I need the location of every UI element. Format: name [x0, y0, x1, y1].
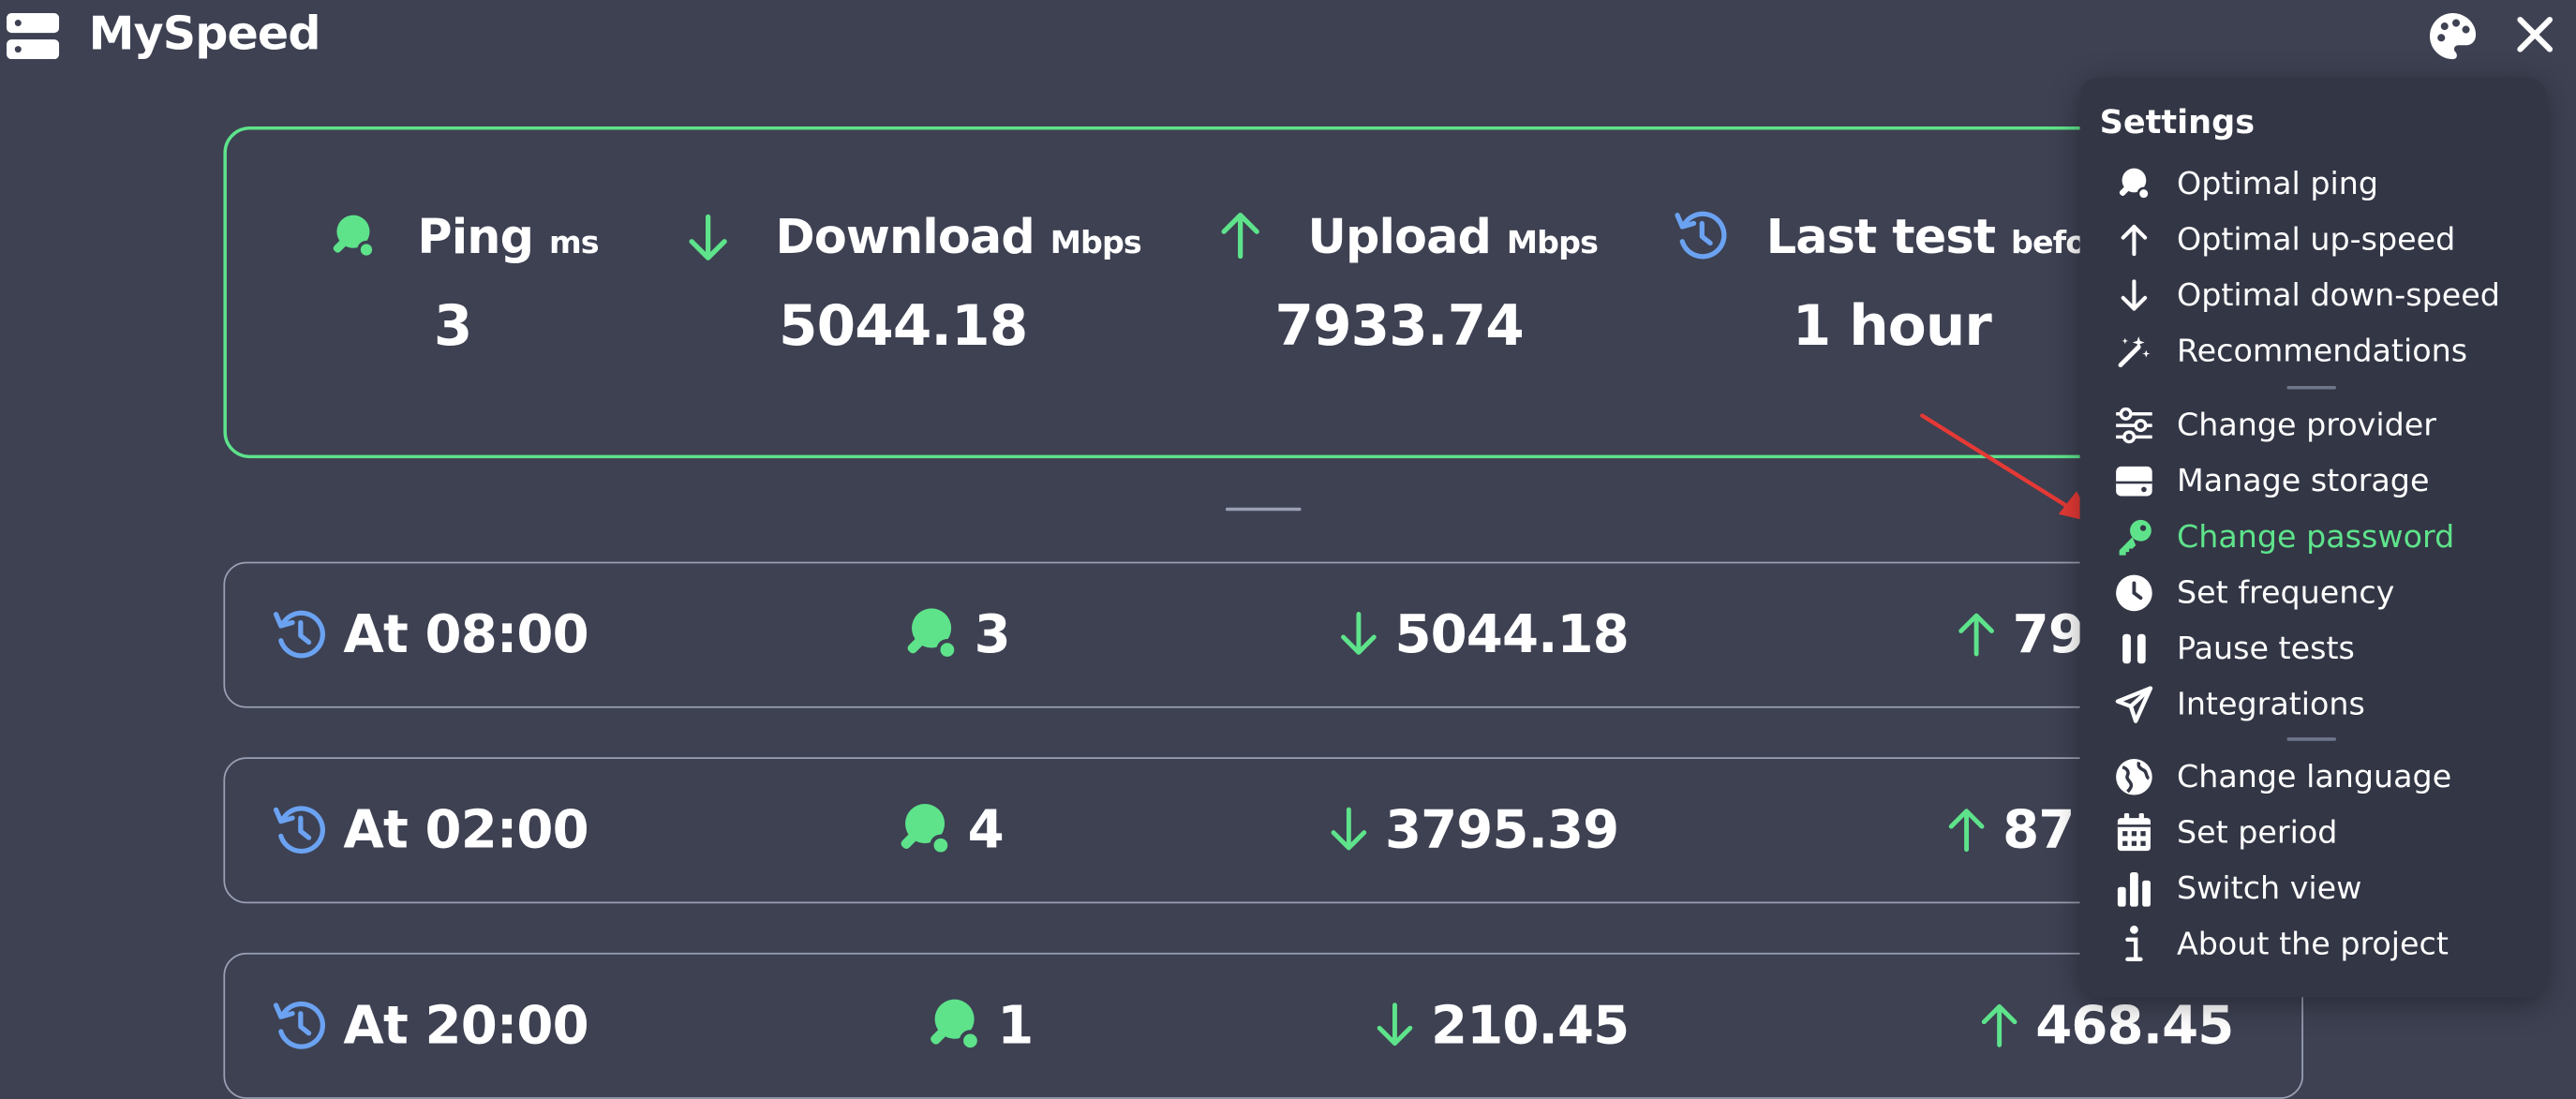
test-download: 3795.39 [1384, 798, 1619, 861]
section-divider [1225, 507, 1302, 512]
upload-unit: Mbps [1506, 225, 1599, 261]
menu-item-label: Change password [2176, 519, 2455, 556]
hard-drive-icon [2113, 460, 2156, 503]
arrow-down-icon [2113, 275, 2156, 318]
test-upload: 79 [2012, 602, 2085, 666]
ping-pong-icon [901, 804, 952, 856]
history-icon [273, 610, 325, 659]
menu-item-label: Manage storage [2176, 463, 2430, 499]
menu-item-label: Pause tests [2176, 631, 2355, 667]
menu-item-optimal-up-speed[interactable]: Optimal up-speed [2113, 215, 2456, 265]
menu-item-label: Switch view [2176, 870, 2362, 907]
menu-item-manage-storage[interactable]: Manage storage [2113, 456, 2430, 506]
menu-item-recommendations[interactable]: Recommendations [2113, 327, 2467, 377]
info-icon [2113, 923, 2156, 966]
menu-item-label: Change language [2176, 758, 2452, 795]
menu-item-label: Optimal down-speed [2176, 277, 2500, 314]
upload-value: 7933.74 [1274, 293, 1524, 360]
last-test-value: 1 hour [1792, 293, 1992, 360]
pause-icon [2113, 628, 2156, 671]
ping-pong-icon [907, 608, 959, 661]
menu-item-label: Set period [2176, 814, 2338, 852]
send-icon [2113, 683, 2156, 726]
arrow-up-icon [1981, 1003, 2018, 1047]
test-ping: 1 [997, 993, 1034, 1057]
menu-item-optimal-ping[interactable]: Optimal ping [2113, 159, 2378, 209]
settings-menu-title: Settings [2099, 101, 2256, 141]
sliders-icon [2113, 404, 2156, 447]
menu-item-label: Optimal up-speed [2176, 221, 2456, 259]
menu-item-change-provider[interactable]: Change provider [2113, 401, 2436, 451]
arrow-up-icon [2113, 218, 2156, 261]
arrow-down-icon [1331, 807, 1367, 851]
menu-item-label: Change provider [2176, 407, 2436, 444]
history-icon [1675, 211, 1727, 260]
test-upload: 87 [2003, 798, 2075, 861]
ping-label: Ping [417, 208, 534, 265]
theme-palette-button[interactable] [2428, 11, 2478, 61]
close-button[interactable] [2513, 13, 2556, 56]
menu-item-label: About the project [2176, 926, 2449, 963]
settings-menu: Settings Optimal ping Optimal up-speed O… [2079, 77, 2547, 998]
arrow-down-icon [1341, 612, 1377, 655]
arrow-up-icon [1948, 809, 1985, 853]
menu-item-set-period[interactable]: Set period [2113, 809, 2338, 858]
menu-item-integrations[interactable]: Integrations [2113, 680, 2365, 730]
upload-label: Upload [1307, 208, 1492, 265]
menu-item-label: Set frequency [2176, 574, 2395, 612]
magic-wand-icon [2113, 330, 2156, 373]
test-ping: 4 [967, 798, 1005, 861]
ping-value: 3 [433, 293, 473, 360]
arrow-down-icon [1377, 1002, 1413, 1047]
menu-item-pause-tests[interactable]: Pause tests [2113, 624, 2355, 674]
download-value: 5044.18 [779, 293, 1028, 360]
menu-item-about-the-project[interactable]: About the project [2113, 920, 2449, 970]
app-logo-icon [7, 13, 60, 60]
history-icon [273, 1001, 325, 1049]
test-download: 5044.18 [1394, 602, 1629, 666]
test-download: 210.45 [1431, 993, 1630, 1057]
arrow-down-icon [689, 214, 727, 260]
test-row[interactable]: At 02:00 4 3795.39 87 [223, 757, 2303, 904]
arrow-up-icon [1221, 213, 1259, 260]
menu-item-set-frequency[interactable]: Set frequency [2113, 569, 2395, 618]
menu-item-change-password[interactable]: Change password [2113, 512, 2455, 562]
menu-item-label: Optimal ping [2176, 166, 2379, 202]
menu-item-optimal-down-speed[interactable]: Optimal down-speed [2113, 271, 2500, 320]
test-time: At 08:00 [343, 602, 588, 666]
download-unit: Mbps [1050, 225, 1142, 261]
menu-item-label: Integrations [2176, 686, 2365, 723]
test-row[interactable]: At 08:00 3 5044.18 79 [223, 561, 2303, 708]
bar-chart-icon [2113, 868, 2156, 911]
arrow-up-icon [1958, 613, 1994, 657]
menu-separator [2286, 386, 2337, 390]
test-upload: 468.45 [2035, 993, 2234, 1057]
close-icon [2517, 16, 2554, 52]
ping-pong-icon [931, 999, 982, 1052]
history-icon [273, 806, 325, 854]
test-time: At 20:00 [343, 993, 588, 1057]
download-label: Download [775, 208, 1035, 265]
menu-separator [2286, 737, 2337, 741]
menu-item-change-language[interactable]: Change language [2113, 752, 2452, 802]
clock-icon [2113, 572, 2156, 615]
app-title: MySpeed [88, 7, 321, 61]
menu-item-switch-view[interactable]: Switch view [2113, 864, 2362, 913]
annotation-arrow [1906, 403, 2103, 534]
current-stats-card: Ping ms 3 Download Mbps 5044.18 Upload M… [223, 126, 2163, 459]
globe-icon [2113, 755, 2156, 798]
last-test-label: Last test [1765, 208, 1996, 265]
test-time: At 02:00 [343, 798, 588, 861]
test-row[interactable]: At 20:00 1 210.45 468.45 [223, 952, 2303, 1099]
ping-pong-icon [2113, 163, 2156, 206]
test-ping: 3 [974, 602, 1011, 666]
key-icon [2113, 516, 2156, 559]
palette-icon [2429, 13, 2477, 60]
calendar-icon [2113, 811, 2156, 854]
menu-item-label: Recommendations [2176, 333, 2468, 370]
ping-unit: ms [548, 225, 600, 261]
ping-pong-icon [333, 215, 376, 260]
